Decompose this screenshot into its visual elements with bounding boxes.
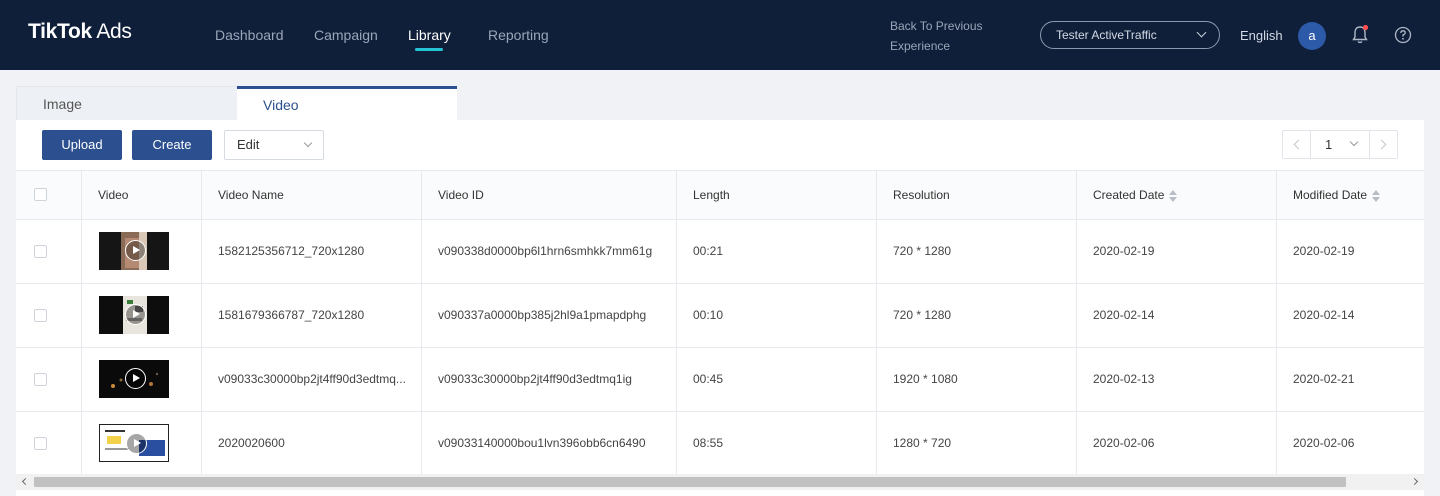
video-id: v09033140000bou1lvn396obb6cn6490	[422, 412, 677, 474]
video-resolution: 1280 * 720	[877, 412, 1077, 474]
column-header-created-date[interactable]: Created Date	[1077, 171, 1277, 220]
tiktok-ads-logo[interactable]: TikTok Ads	[28, 20, 132, 44]
play-icon	[126, 433, 147, 454]
table-row[interactable]: v09033c30000bp2jt4ff90d3edtmq... v09033c…	[16, 348, 1424, 412]
nav-reporting[interactable]: Reporting	[488, 27, 549, 43]
column-header-video-name: Video Name	[202, 171, 422, 220]
horizontal-scrollbar[interactable]	[16, 474, 1424, 490]
video-resolution: 720 * 1280	[877, 284, 1077, 347]
help-icon[interactable]	[1394, 26, 1412, 44]
video-table: Video Video Name Video ID Length Resolut…	[16, 170, 1424, 474]
sort-icon[interactable]	[1169, 189, 1178, 202]
video-name: 1582125356712_720x1280	[202, 220, 422, 283]
modified-date: 2020-02-19	[1293, 244, 1355, 258]
play-icon	[125, 304, 146, 325]
nav-campaign[interactable]: Campaign	[314, 27, 378, 43]
video-name: 1581679366787_720x1280	[202, 284, 422, 347]
active-nav-indicator	[415, 48, 443, 51]
back-to-previous-experience-link[interactable]: Back To Previous Experience	[890, 16, 1000, 56]
create-button[interactable]: Create	[132, 130, 212, 160]
video-length: 08:55	[677, 412, 877, 474]
table-row[interactable]: 1582125356712_720x1280 v090338d0000bp6l1…	[16, 220, 1424, 284]
video-id: v090338d0000bp6l1hrn6smhkk7mm61g	[422, 220, 677, 283]
video-length: 00:10	[677, 284, 877, 347]
column-header-length: Length	[677, 171, 877, 220]
created-date: 2020-02-06	[1077, 412, 1277, 474]
modified-date-label: Modified Date	[1293, 188, 1368, 202]
video-id: v090337a0000bp385j2hl9a1pmapdphg	[422, 284, 677, 347]
nav-dashboard[interactable]: Dashboard	[215, 27, 284, 43]
select-all-cell	[16, 171, 82, 220]
created-date: 2020-02-14	[1077, 284, 1277, 347]
table-row[interactable]: 2020020600 v09033140000bou1lvn396obb6cn6…	[16, 412, 1424, 474]
video-thumbnail-cell	[82, 284, 202, 347]
top-navigation-bar: TikTok Ads Dashboard Campaign Library Re…	[0, 0, 1440, 70]
upload-button[interactable]: Upload	[42, 130, 122, 160]
modified-date: 2020-02-14	[1293, 308, 1355, 322]
column-header-video-id: Video ID	[422, 171, 677, 220]
row-select-cell	[16, 220, 82, 283]
current-page-number: 1	[1325, 137, 1333, 152]
scroll-right-arrow-icon[interactable]	[1410, 477, 1419, 486]
logo-brand: TikTok	[28, 20, 92, 43]
nav-library[interactable]: Library	[408, 27, 451, 43]
sort-icon[interactable]	[1372, 189, 1381, 202]
row-select-cell	[16, 348, 82, 411]
logo-suffix: Ads	[91, 20, 132, 43]
created-date: 2020-02-13	[1077, 348, 1277, 411]
video-thumbnail[interactable]	[99, 232, 169, 270]
modified-date: 2020-02-06	[1293, 436, 1355, 450]
user-avatar[interactable]: a	[1298, 22, 1326, 50]
account-name: Tester ActiveTraffic	[1056, 28, 1157, 42]
video-thumbnail-cell	[82, 412, 202, 474]
row-checkbox[interactable]	[34, 245, 47, 258]
next-page-button[interactable]	[1369, 131, 1397, 158]
row-checkbox[interactable]	[34, 373, 47, 386]
scroll-left-arrow-icon[interactable]	[21, 477, 30, 486]
select-all-checkbox[interactable]	[34, 188, 47, 201]
scrollbar-thumb[interactable]	[34, 477, 1346, 487]
video-length: 00:21	[677, 220, 877, 283]
row-select-cell	[16, 412, 82, 474]
tab-video[interactable]: Video	[237, 86, 457, 120]
video-name: 2020020600	[202, 412, 422, 474]
video-thumbnail[interactable]	[99, 424, 169, 462]
pagination: 1	[1282, 130, 1398, 159]
row-checkbox[interactable]	[34, 437, 47, 450]
column-header-video: Video	[82, 171, 202, 220]
chevron-down-icon	[1349, 137, 1359, 147]
video-id: v09033c30000bp2jt4ff90d3edtmq1ig	[422, 348, 677, 411]
video-resolution: 720 * 1280	[877, 220, 1077, 283]
page-selector[interactable]: 1	[1311, 131, 1369, 158]
column-header-resolution: Resolution	[877, 171, 1077, 220]
column-header-modified-date[interactable]: Modified Date	[1277, 171, 1424, 220]
video-name: v09033c30000bp2jt4ff90d3edtmq...	[202, 348, 422, 411]
table-header: Video Video Name Video ID Length Resolut…	[16, 171, 1424, 220]
language-selector[interactable]: English	[1240, 28, 1283, 43]
video-thumbnail[interactable]	[99, 296, 169, 334]
play-icon	[125, 368, 146, 389]
row-select-cell	[16, 284, 82, 347]
video-length: 00:45	[677, 348, 877, 411]
video-library-panel: Upload Create Edit 1 Video Video Name Vi…	[16, 120, 1424, 496]
chevron-down-icon	[1196, 27, 1207, 38]
previous-page-button[interactable]	[1283, 131, 1311, 158]
play-icon	[125, 240, 146, 261]
edit-dropdown-label: Edit	[237, 137, 260, 152]
created-date: 2020-02-19	[1077, 220, 1277, 283]
chevron-down-icon	[303, 138, 313, 148]
account-selector[interactable]: Tester ActiveTraffic	[1040, 21, 1220, 49]
video-thumbnail-cell	[82, 348, 202, 411]
created-date-label: Created Date	[1093, 188, 1165, 202]
edit-dropdown[interactable]: Edit	[224, 130, 324, 160]
row-checkbox[interactable]	[34, 309, 47, 322]
modified-date: 2020-02-21	[1293, 372, 1355, 386]
table-row[interactable]: 1581679366787_720x1280 v090337a0000bp385…	[16, 284, 1424, 348]
video-thumbnail-cell	[82, 220, 202, 283]
video-resolution: 1920 * 1080	[877, 348, 1077, 411]
bell-icon[interactable]	[1350, 24, 1370, 46]
video-thumbnail[interactable]	[99, 360, 169, 398]
tab-image[interactable]: Image	[16, 86, 237, 120]
